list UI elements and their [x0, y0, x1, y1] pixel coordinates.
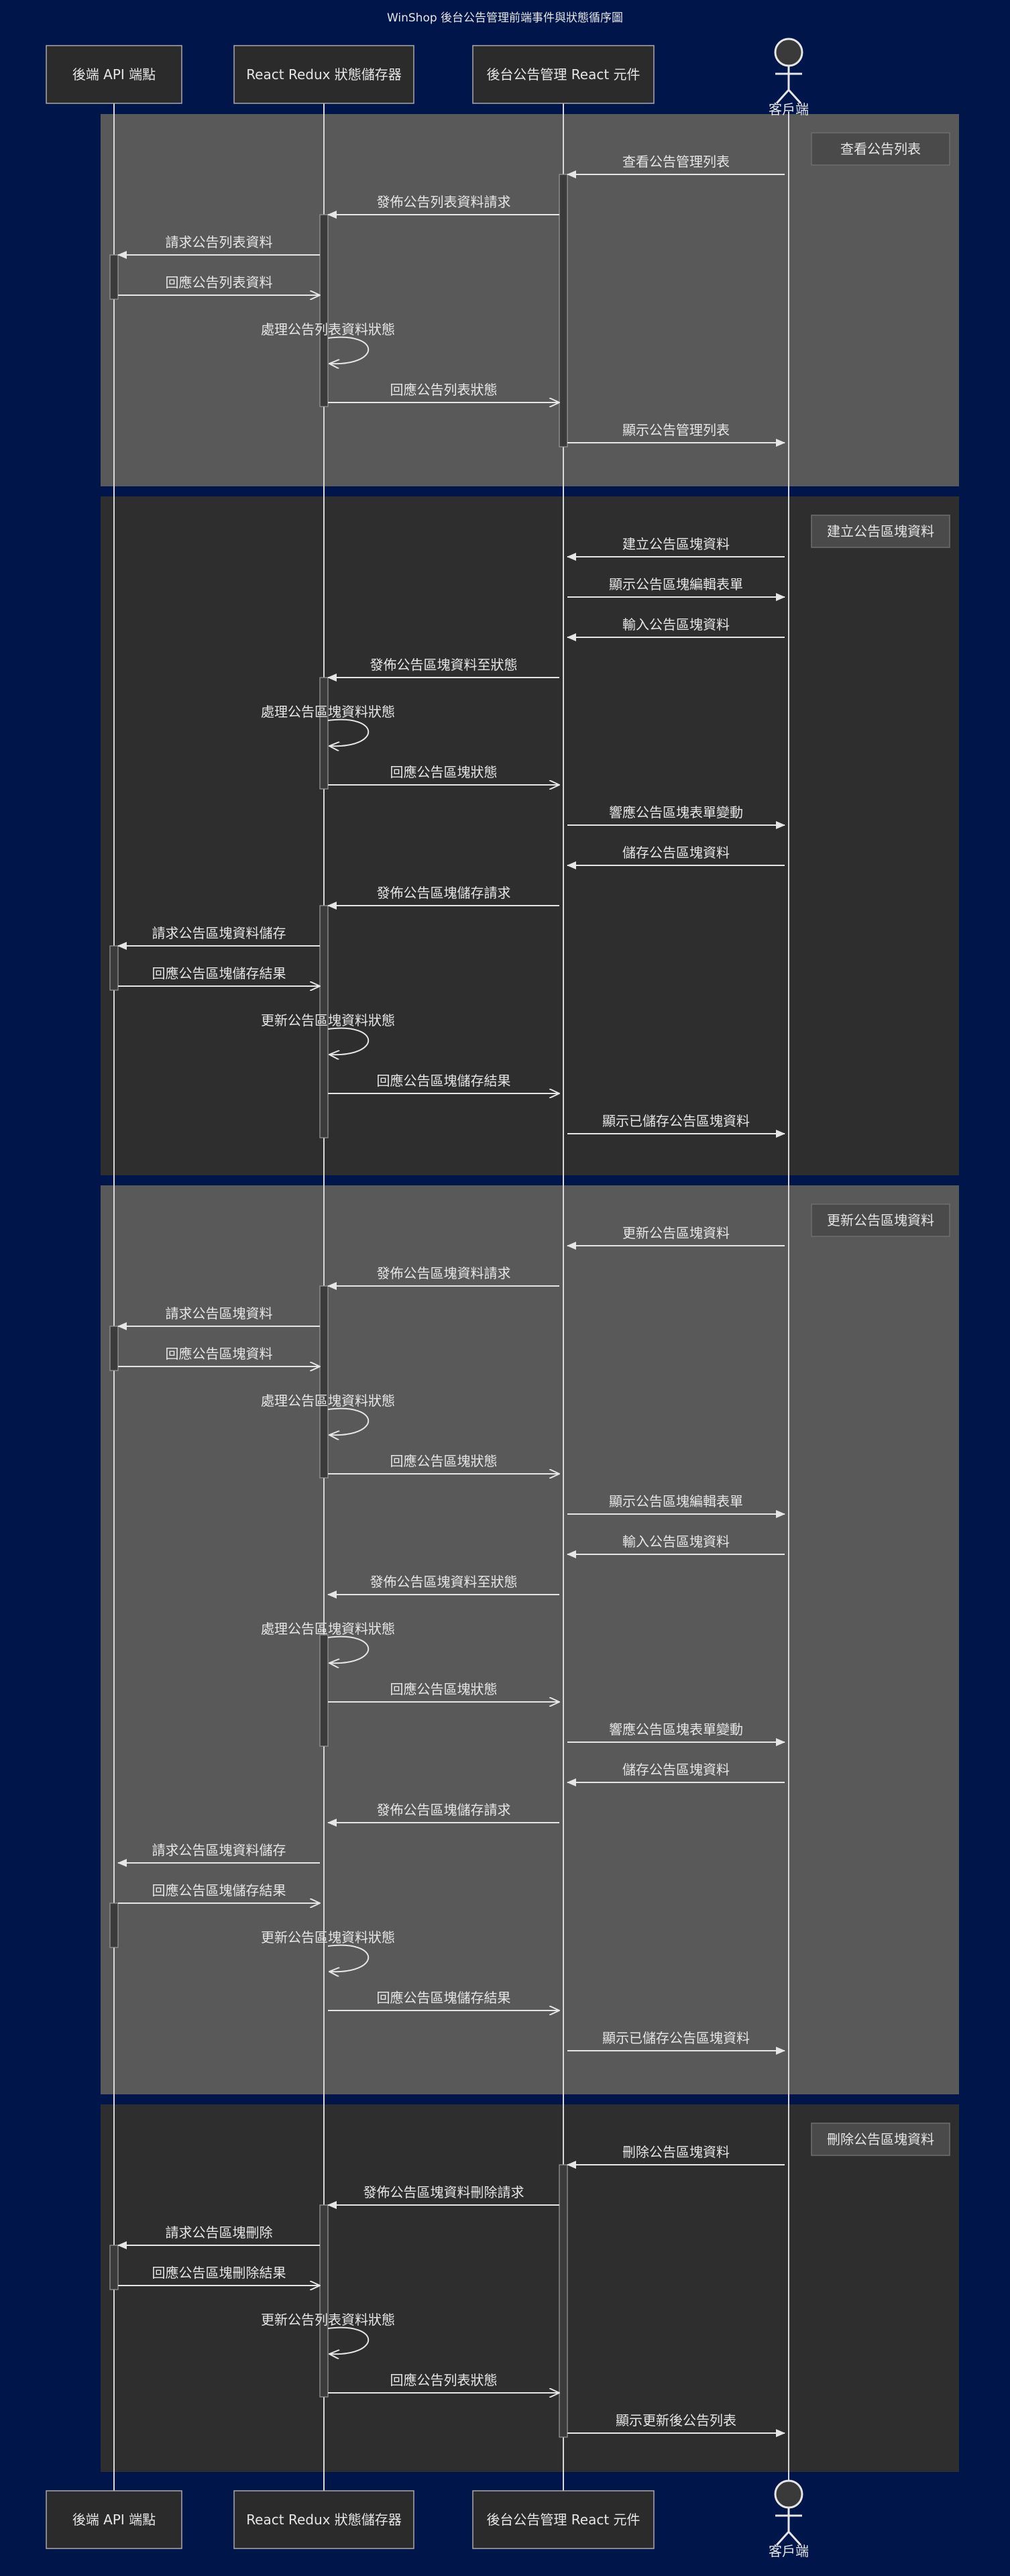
section-3-message-15-label: 請求公告區塊資料儲存 — [152, 1842, 286, 1858]
section-3-activation-api-3 — [109, 1326, 119, 1371]
section-3-message-4-label: 回應公告區塊資料 — [166, 1346, 273, 1362]
section-1-message-6-label: 回應公告列表狀態 — [390, 382, 498, 398]
section-3-message-10-label: 處理公告區塊資料狀態 — [261, 1621, 395, 1637]
participant-api-bottom-label: 後端 API 端點 — [72, 2512, 156, 2528]
section-2-message-11-label: 回應公告區塊儲存結果 — [152, 965, 286, 981]
section-4-message-2-label: 發佈公告區塊資料刪除請求 — [363, 2184, 524, 2200]
section-3-activation-api-6 — [109, 1902, 119, 1948]
section-2-message-10-label: 請求公告區塊資料儲存 — [152, 925, 286, 941]
section-2-message-2-label: 顯示公告區塊編輯表單 — [609, 576, 743, 592]
section-2-message-3-label: 輸入公告區塊資料 — [622, 616, 730, 633]
participant-ui-top-label: 後台公告管理 React 元件 — [486, 66, 640, 83]
section-3-message-11-label: 回應公告區塊狀態 — [390, 1681, 498, 1697]
section-3-message-14-label: 發佈公告區塊儲存請求 — [377, 1802, 511, 1818]
participant-ui-bottom-label: 後台公告管理 React 元件 — [486, 2512, 640, 2528]
section-3-message-16-label: 回應公告區塊儲存結果 — [152, 1882, 286, 1898]
section-2-message-13-label: 回應公告區塊儲存結果 — [377, 1073, 511, 1089]
section-3-background — [101, 1185, 959, 2094]
section-1-label: 查看公告列表 — [840, 141, 921, 157]
section-4-message-6-label: 回應公告列表狀態 — [390, 2372, 498, 2388]
section-1-message-5-label: 處理公告列表資料狀態 — [261, 321, 395, 337]
section-3-message-19-label: 顯示已儲存公告區塊資料 — [602, 2030, 750, 2046]
section-2-background — [101, 496, 959, 1175]
section-3-message-6-label: 回應公告區塊狀態 — [390, 1453, 498, 1469]
section-2-message-4-label: 發佈公告區塊資料至狀態 — [370, 657, 518, 673]
section-2-message-1-label: 建立公告區塊資料 — [622, 536, 730, 552]
section-1-message-1-label: 查看公告管理列表 — [622, 154, 730, 170]
section-2-message-9-label: 發佈公告區塊儲存請求 — [377, 885, 511, 901]
section-1-message-3-label: 請求公告列表資料 — [166, 234, 273, 250]
section-4-label: 刪除公告區塊資料 — [827, 2131, 934, 2147]
sequence-diagram-canvas: WinShop 後台公告管理前端事件與狀態循序圖 查看公告列表建立公告區塊資料更… — [46, 11, 959, 2559]
section-3-activation-redux-4 — [319, 1634, 329, 1747]
section-4-message-4-label: 回應公告區塊刪除結果 — [152, 2265, 286, 2281]
section-3-message-3-label: 請求公告區塊資料 — [166, 1305, 273, 1322]
section-3-message-1-label: 更新公告區塊資料 — [622, 1225, 730, 1241]
section-4-activation-ui-1 — [559, 2164, 568, 2438]
section-2-message-8-label: 儲存公告區塊資料 — [622, 845, 730, 861]
participant-client-top-label: 客戶端 — [769, 101, 809, 117]
section-1-message-7-label: 顯示公告管理列表 — [622, 422, 730, 438]
section-2-activation-redux-2 — [319, 677, 329, 790]
participant-client-bottom-head — [774, 2479, 803, 2509]
participant-redux-top-label: React Redux 狀態儲存器 — [246, 66, 402, 83]
section-2-message-6-label: 回應公告區塊狀態 — [390, 764, 498, 780]
section-2-message-5-label: 處理公告區塊資料狀態 — [261, 704, 395, 720]
section-2-message-12-label: 更新公告區塊資料狀態 — [261, 1012, 395, 1028]
participant-client-bottom-label: 客戶端 — [769, 2543, 809, 2559]
section-4-message-3-label: 請求公告區塊刪除 — [166, 2224, 273, 2241]
section-3-message-17-label: 更新公告區塊資料狀態 — [261, 1929, 395, 1945]
section-3-label: 更新公告區塊資料 — [827, 1212, 934, 1228]
section-3-message-8-label: 輸入公告區塊資料 — [622, 1534, 730, 1550]
section-3-message-7-label: 顯示公告區塊編輯表單 — [609, 1493, 743, 1509]
participant-client-top-head — [774, 38, 803, 67]
section-2-message-7-label: 響應公告區塊表單變動 — [609, 804, 743, 820]
section-1-activation-api-3 — [109, 254, 119, 300]
section-1-message-2-label: 發佈公告列表資料請求 — [377, 194, 511, 210]
section-1-activation-ui-1 — [559, 174, 568, 447]
section-4-message-7-label: 顯示更新後公告列表 — [616, 2412, 736, 2428]
section-4-background — [101, 2104, 959, 2472]
section-2-message-14-label: 顯示已儲存公告區塊資料 — [602, 1113, 750, 1129]
section-3-message-12-label: 響應公告區塊表單變動 — [609, 1721, 743, 1737]
diagram-title: WinShop 後台公告管理前端事件與狀態循序圖 — [387, 11, 623, 25]
section-4-message-1-label: 刪除公告區塊資料 — [622, 2144, 730, 2160]
section-4-message-5-label: 更新公告列表資料狀態 — [261, 2312, 395, 2328]
section-1-background — [101, 114, 959, 486]
participant-redux-bottom-label: React Redux 狀態儲存器 — [246, 2512, 402, 2528]
section-2-label: 建立公告區塊資料 — [827, 523, 934, 539]
section-4-activation-api-3 — [109, 2245, 119, 2290]
section-backgrounds: 查看公告列表建立公告區塊資料更新公告區塊資料刪除公告區塊資料 — [101, 114, 959, 2472]
section-3-message-2-label: 發佈公告區塊資料請求 — [377, 1265, 511, 1281]
section-3-message-18-label: 回應公告區塊儲存結果 — [377, 1990, 511, 2006]
section-3-message-5-label: 處理公告區塊資料狀態 — [261, 1393, 395, 1409]
participant-api-top-label: 後端 API 端點 — [72, 66, 156, 83]
section-1-message-4-label: 回應公告列表資料 — [166, 274, 273, 290]
section-3-activation-redux-2 — [319, 1285, 329, 1479]
section-3-message-9-label: 發佈公告區塊資料至狀態 — [370, 1574, 518, 1590]
section-2-activation-api-4 — [109, 945, 119, 991]
section-3-message-13-label: 儲存公告區塊資料 — [622, 1762, 730, 1778]
section-1-activation-redux-2 — [319, 214, 329, 407]
section-4-activation-redux-2 — [319, 2204, 329, 2398]
